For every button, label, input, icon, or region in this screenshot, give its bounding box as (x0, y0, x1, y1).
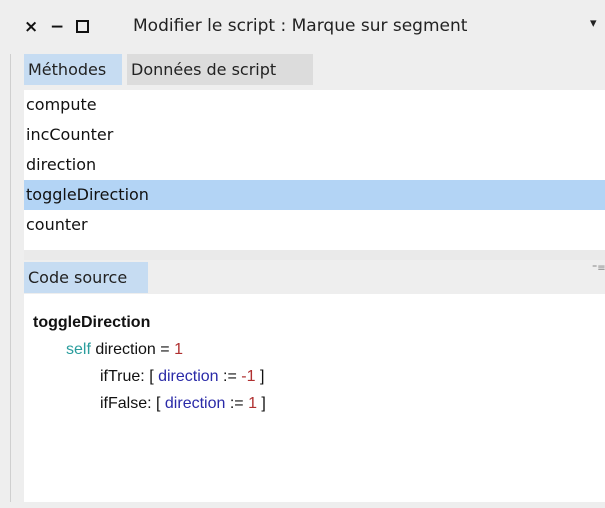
tab-label: Données de script (131, 60, 277, 79)
pane-splitter[interactable] (24, 250, 605, 260)
code-keyword: self (66, 341, 91, 358)
code-text: := (218, 368, 242, 385)
maximize-icon[interactable] (76, 20, 89, 33)
tab-label: Code source (28, 268, 128, 287)
methods-list[interactable]: compute incCounter direction toggleDirec… (24, 90, 605, 250)
method-selector: toggleDirection (33, 314, 151, 331)
pane-menu-icon[interactable]: ⁼≡ (592, 263, 605, 274)
methods-tabstrip: Méthodes Données de script (24, 54, 605, 85)
window-left-border (10, 54, 11, 502)
tab-donnees-de-script[interactable]: Données de script (127, 54, 313, 85)
tab-code-source[interactable]: Code source (24, 262, 148, 293)
tab-label: Méthodes (28, 60, 107, 79)
code-variable: direction (164, 395, 226, 412)
minimize-icon[interactable]: − (50, 17, 64, 37)
window-title: Modifier le script : Marque sur segment (133, 16, 468, 36)
code-variable: direction (158, 368, 219, 385)
title-bar[interactable]: × − Modifier le script : Marque sur segm… (0, 0, 605, 54)
list-item-compute[interactable]: compute (24, 90, 605, 120)
code-line-2: ifTrue: [ direction := -1 ] (100, 368, 264, 386)
list-item-counter[interactable]: counter (24, 210, 605, 240)
code-text: ] (256, 395, 266, 412)
script-editor-window: × − Modifier le script : Marque sur segm… (0, 0, 605, 508)
code-editor[interactable]: toggleDirection self direction = 1 ifTru… (24, 294, 605, 502)
close-icon[interactable]: × (24, 17, 38, 37)
code-text: := (225, 395, 249, 412)
code-text: ifFalse: [ (100, 395, 165, 412)
code-number: 1 (248, 395, 257, 412)
code-number: -1 (241, 368, 256, 385)
list-item-direction[interactable]: direction (24, 150, 605, 180)
code-number: 1 (174, 341, 183, 358)
code-text: ] (255, 368, 265, 385)
code-line-3: ifFalse: [ direction := 1 ] (100, 395, 266, 413)
code-text: direction = (90, 341, 175, 358)
list-item-toggledirection[interactable]: toggleDirection (24, 180, 605, 210)
window-menu-icon[interactable]: ▾ (590, 16, 597, 31)
code-line-1: self direction = 1 (66, 341, 183, 359)
code-text: ifTrue: [ (100, 368, 159, 385)
source-tabstrip: Code source (24, 262, 605, 293)
tab-methodes[interactable]: Méthodes (24, 54, 122, 85)
list-item-inccounter[interactable]: incCounter (24, 120, 605, 150)
